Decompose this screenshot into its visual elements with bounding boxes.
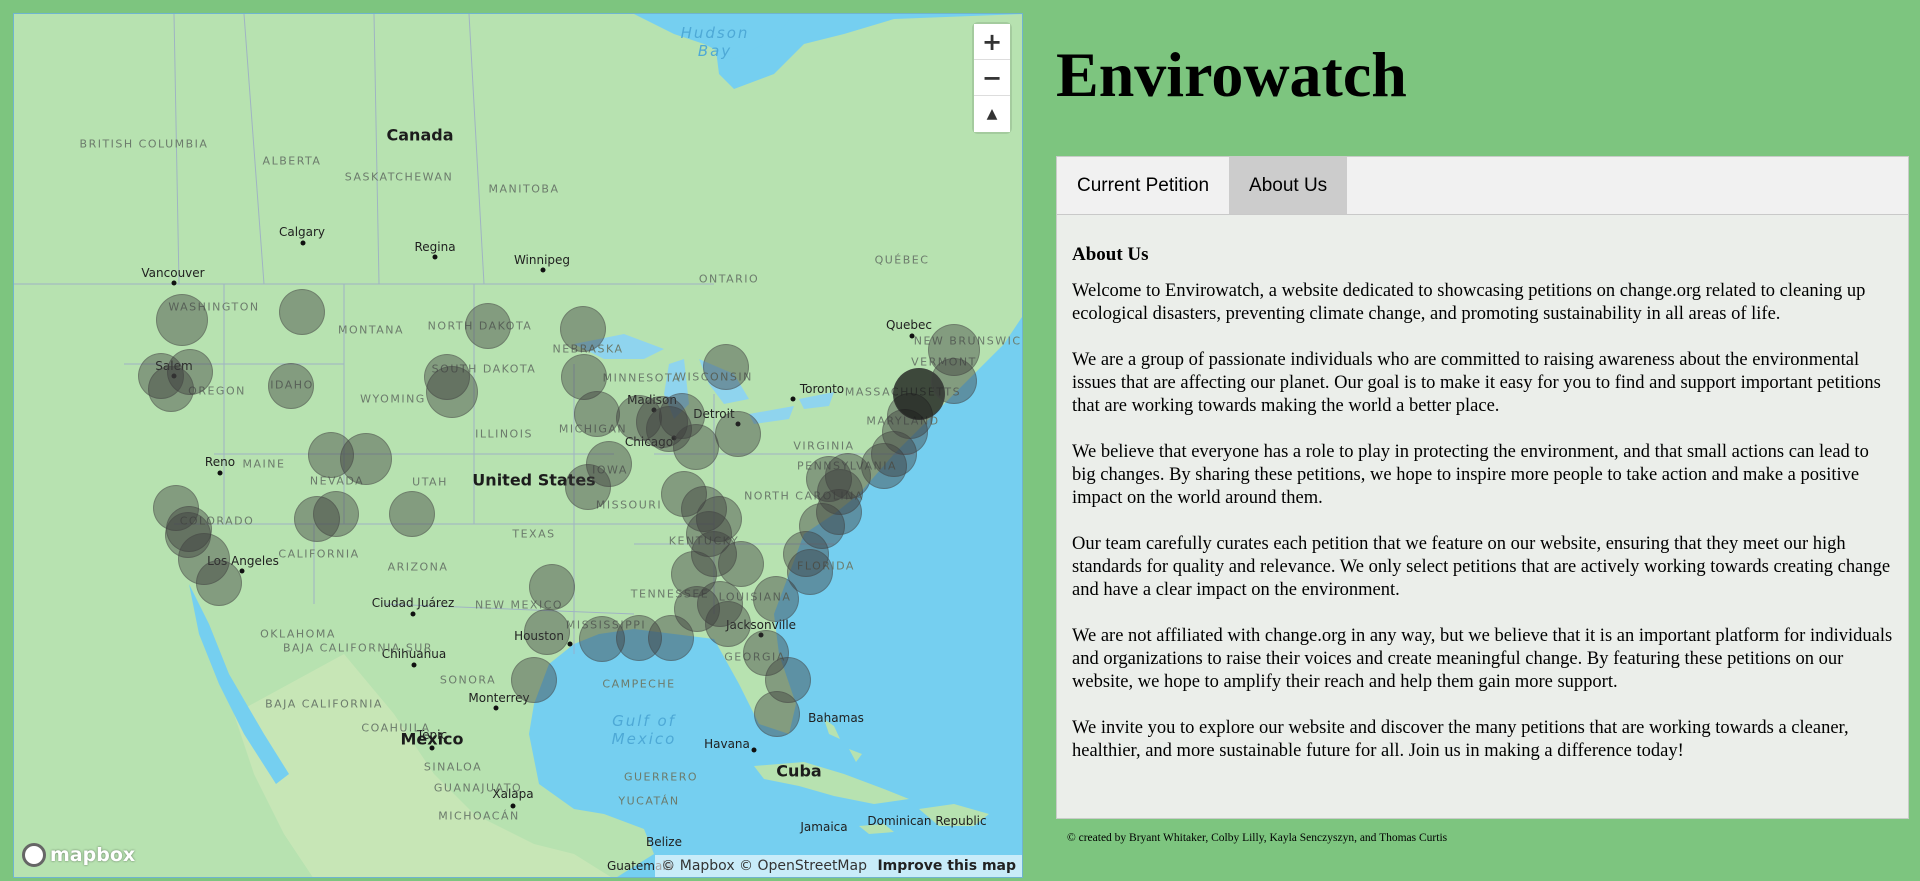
petition-marker[interactable] xyxy=(787,549,833,595)
city-marker-dot xyxy=(410,611,416,617)
petition-marker[interactable] xyxy=(511,657,557,703)
zoom-out-button[interactable]: − xyxy=(974,60,1010,96)
petition-marker[interactable] xyxy=(648,615,694,661)
compass-button[interactable]: ▲ xyxy=(974,96,1010,132)
petition-marker[interactable] xyxy=(705,601,751,647)
petition-marker[interactable] xyxy=(524,609,570,655)
petition-marker[interactable] xyxy=(703,344,749,390)
about-paragraph: We believe that everyone has a role to p… xyxy=(1072,442,1869,508)
mapbox-logo[interactable]: mapbox xyxy=(22,843,135,867)
city-marker-dot xyxy=(790,396,796,402)
improve-map-link[interactable]: Improve this map xyxy=(877,858,1016,874)
petition-marker[interactable] xyxy=(718,541,764,587)
about-paragraph: Our team carefully curates each petition… xyxy=(1072,534,1891,600)
city-marker-dot xyxy=(751,747,757,753)
petition-marker[interactable] xyxy=(340,433,392,485)
petition-marker[interactable] xyxy=(931,358,977,404)
attribution-text[interactable]: © Mapbox © OpenStreetMap xyxy=(661,858,867,874)
petition-marker[interactable] xyxy=(560,306,606,352)
petition-marker[interactable] xyxy=(754,691,800,737)
petition-marker[interactable] xyxy=(465,303,511,349)
tab-bar: Current Petition About Us xyxy=(1057,157,1908,215)
petition-marker[interactable] xyxy=(313,491,359,537)
petition-marker[interactable] xyxy=(156,294,208,346)
petition-marker[interactable] xyxy=(565,464,611,510)
about-content: About Us Welcome to Envirowatch, a websi… xyxy=(1057,215,1908,763)
city-marker-dot xyxy=(432,254,438,260)
petition-marker[interactable] xyxy=(196,560,242,606)
about-paragraph: We are not affiliated with change.org in… xyxy=(1072,626,1893,692)
tab-about-us[interactable]: About Us xyxy=(1229,157,1348,214)
petition-map[interactable]: Canada United States Mexico Cuba Calgary Regi… xyxy=(13,13,1023,878)
zoom-in-button[interactable]: + xyxy=(974,24,1010,60)
about-heading: About Us xyxy=(1072,244,1149,265)
city-marker-dot xyxy=(567,641,573,647)
site-title: Envirowatch xyxy=(1056,39,1407,110)
petition-marker[interactable] xyxy=(529,564,575,610)
city-marker-dot xyxy=(493,705,499,711)
map-attribution: © Mapbox © OpenStreetMap Improve this ma… xyxy=(655,855,1022,877)
about-paragraph: We invite you to explore our website and… xyxy=(1072,718,1849,761)
petition-marker[interactable] xyxy=(389,491,435,537)
about-paragraph: We are a group of passionate individuals… xyxy=(1072,350,1881,416)
city-marker-dot xyxy=(411,662,417,668)
petition-marker[interactable] xyxy=(279,289,325,335)
city-marker-dot xyxy=(429,745,435,751)
city-marker-dot xyxy=(300,240,306,246)
petition-marker[interactable] xyxy=(673,424,719,470)
petition-marker[interactable] xyxy=(138,353,184,399)
mapbox-logo-text: mapbox xyxy=(50,844,136,866)
mapbox-logo-icon xyxy=(22,843,46,867)
petition-marker[interactable] xyxy=(574,391,620,437)
city-marker-dot xyxy=(217,470,223,476)
map-navigation-control: + − ▲ xyxy=(974,24,1010,132)
city-marker-dot xyxy=(510,803,516,809)
info-panel: Current Petition About Us About Us Welco… xyxy=(1056,156,1909,819)
footer-credits: © created by Bryant Whitaker, Colby Lill… xyxy=(1067,832,1448,844)
petition-marker[interactable] xyxy=(268,363,314,409)
petition-marker[interactable] xyxy=(715,411,761,457)
city-marker-dot xyxy=(171,280,177,286)
petition-marker[interactable] xyxy=(817,469,863,515)
petition-marker[interactable] xyxy=(426,366,478,418)
city-marker-dot xyxy=(239,568,245,574)
about-paragraph: Welcome to Envirowatch, a website dedica… xyxy=(1072,281,1866,324)
tab-current-petition[interactable]: Current Petition xyxy=(1057,157,1229,214)
city-marker-dot xyxy=(540,267,546,273)
city-marker-dot xyxy=(909,333,915,339)
